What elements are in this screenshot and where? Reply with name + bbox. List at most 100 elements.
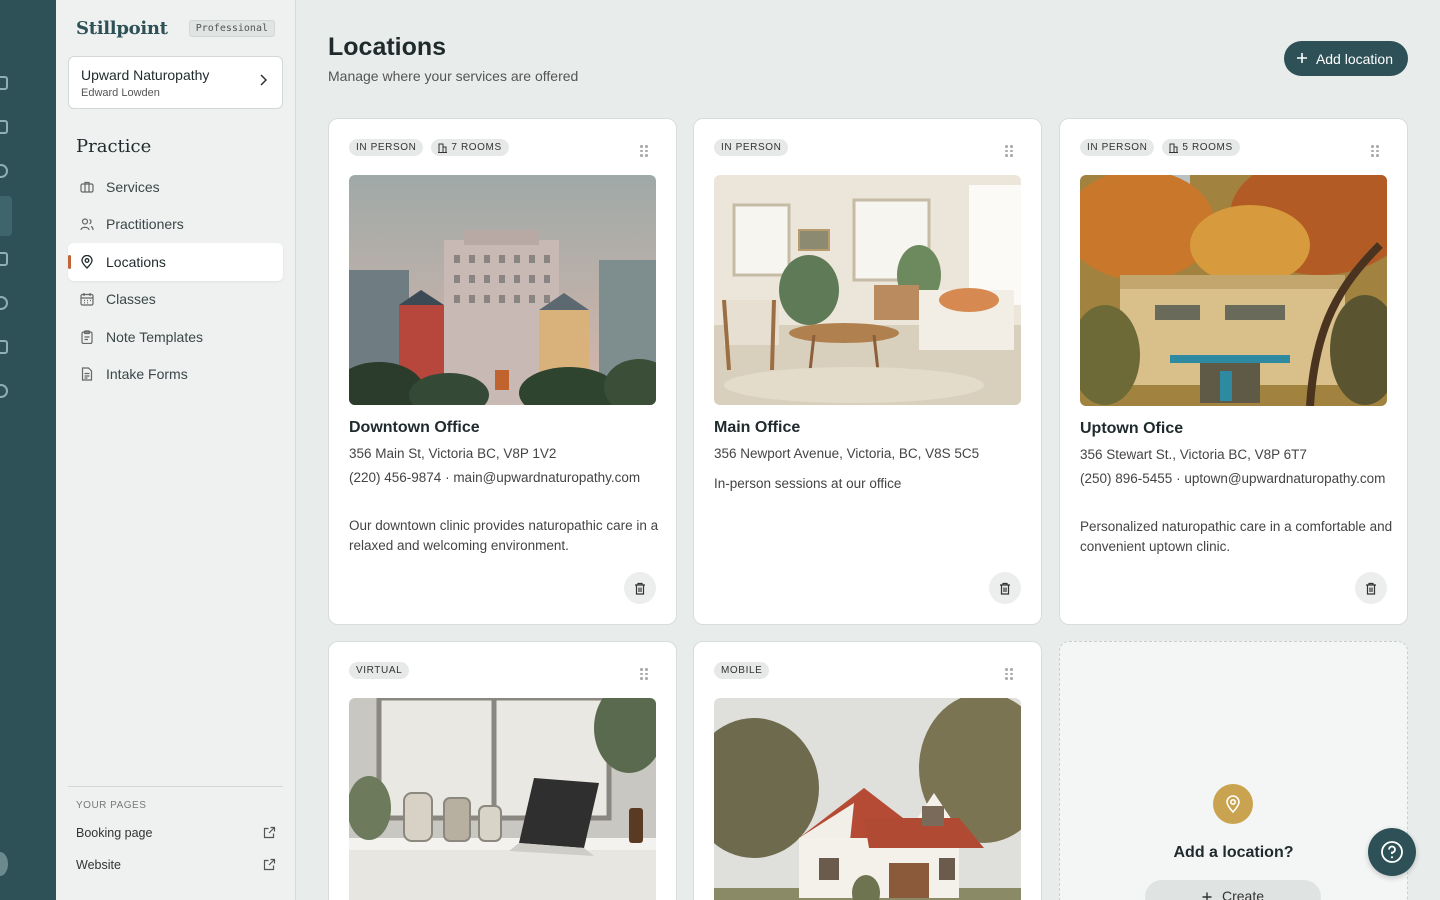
location-name: Uptown Ofice xyxy=(1080,420,1184,437)
billing-icon[interactable] xyxy=(0,340,8,354)
notes-icon[interactable] xyxy=(0,252,8,266)
rooms-badge-label: 5 ROOMS xyxy=(1182,142,1233,153)
pages-section-title: YOUR PAGES xyxy=(76,800,147,811)
location-card[interactable]: IN PERSON 7 ROOMS Downtown Office 356 Ma… xyxy=(328,118,677,625)
search-icon[interactable] xyxy=(0,384,8,398)
booking-page-link[interactable]: Booking page xyxy=(76,826,276,842)
sidebar-item-locations[interactable]: Locations xyxy=(68,243,283,281)
drag-handle-icon[interactable] xyxy=(640,145,648,157)
plus-icon xyxy=(1296,51,1308,67)
app-rail xyxy=(0,0,56,900)
sidebar-item-label: Intake Forms xyxy=(106,366,188,383)
briefcase-icon xyxy=(80,180,94,194)
avatar[interactable] xyxy=(0,852,8,876)
org-name: Upward Naturopathy xyxy=(81,67,210,83)
badge-row: IN PERSON 7 ROOMS xyxy=(349,139,509,156)
location-description: In-person sessions at our office xyxy=(714,476,902,491)
type-badge: MOBILE xyxy=(714,662,770,679)
sidebar-item-label: Note Templates xyxy=(106,328,204,345)
home-icon[interactable] xyxy=(0,76,8,90)
location-card[interactable]: IN PERSON Main Office 356 Newport Avenue… xyxy=(693,118,1042,625)
calendar-icon xyxy=(80,292,94,306)
create-label: Create xyxy=(1221,888,1265,900)
location-card[interactable]: IN PERSON 5 ROOMS Uptown Ofice 356 Stewa… xyxy=(1059,118,1408,625)
page-title: Locations xyxy=(328,33,447,61)
trash-icon xyxy=(1000,582,1010,595)
sidebar: Stillpoint Professional Upward Naturopat… xyxy=(56,0,296,900)
calendar-rail-icon[interactable] xyxy=(0,120,8,134)
sidebar-item-classes[interactable]: Classes xyxy=(68,281,283,319)
location-photo xyxy=(714,698,1021,900)
building-icon xyxy=(1169,143,1179,153)
trash-icon xyxy=(1366,582,1376,595)
location-address: 356 Main St, Victoria BC, V8P 1V2 xyxy=(349,446,557,461)
help-icon xyxy=(1381,841,1403,863)
sidebar-item-label: Services xyxy=(106,178,160,195)
location-card[interactable]: VIRTUAL xyxy=(328,641,677,900)
sidebar-item-practitioners[interactable]: Practitioners xyxy=(68,206,283,244)
clients-icon[interactable] xyxy=(0,164,8,178)
location-contact: (220) 456-9874 · main@upwardnaturopathy.… xyxy=(349,470,641,485)
practice-icon[interactable] xyxy=(0,196,12,236)
add-location-card[interactable]: Add a location? Create xyxy=(1059,641,1408,900)
brand-logo[interactable]: Stillpoint xyxy=(76,18,168,39)
chevron-right-icon xyxy=(258,73,268,91)
document-icon xyxy=(80,367,94,381)
location-contact: (250) 896-5455 · uptown@upwardnaturopath… xyxy=(1080,471,1386,486)
badge-row: MOBILE xyxy=(714,662,770,679)
location-name: Main Office xyxy=(714,419,801,436)
sidebar-nav: Services Practitioners Locations Classes… xyxy=(68,168,283,393)
main-content: Locations Manage where your services are… xyxy=(296,0,1440,900)
help-button[interactable] xyxy=(1368,828,1416,876)
globe-icon[interactable] xyxy=(0,296,8,310)
location-photo xyxy=(1080,175,1387,406)
location-address: 356 Stewart St., Victoria BC, V8P 6T7 xyxy=(1080,447,1307,462)
external-link-icon xyxy=(263,826,276,842)
add-location-label: Add location xyxy=(1315,50,1393,67)
type-badge: VIRTUAL xyxy=(349,662,410,679)
location-photo xyxy=(349,698,656,900)
location-description: Personalized naturopathic care in a comf… xyxy=(1080,519,1393,554)
divider xyxy=(68,786,283,787)
plus-icon xyxy=(1202,892,1212,900)
location-card[interactable]: MOBILE xyxy=(693,641,1042,900)
sidebar-item-note-templates[interactable]: Note Templates xyxy=(68,318,283,356)
drag-handle-icon[interactable] xyxy=(1371,145,1379,157)
location-address: 356 Newport Avenue, Victoria, BC, V8S 5C… xyxy=(714,446,980,461)
location-name: Downtown Office xyxy=(349,419,480,436)
sidebar-item-label: Classes xyxy=(106,291,156,308)
type-badge: IN PERSON xyxy=(1080,139,1155,156)
section-title: Practice xyxy=(76,136,152,157)
badge-row: IN PERSON 5 ROOMS xyxy=(1080,139,1240,156)
trash-icon xyxy=(635,582,645,595)
page-subtitle: Manage where your services are offered xyxy=(328,68,579,84)
org-switcher[interactable]: Upward Naturopathy Edward Lowden xyxy=(68,56,283,109)
website-link[interactable]: Website xyxy=(76,858,276,874)
drag-handle-icon[interactable] xyxy=(1005,145,1013,157)
page-link-label: Website xyxy=(76,858,121,872)
org-user: Edward Lowden xyxy=(81,87,160,99)
sidebar-item-label: Practitioners xyxy=(106,216,184,233)
delete-button[interactable] xyxy=(1355,572,1387,604)
plan-badge: Professional xyxy=(188,20,275,37)
create-location-button[interactable]: Create xyxy=(1145,880,1321,900)
add-location-button[interactable]: Add location xyxy=(1283,41,1408,76)
drag-handle-icon[interactable] xyxy=(1005,668,1013,680)
delete-button[interactable] xyxy=(624,572,656,604)
rooms-badge: 7 ROOMS xyxy=(431,139,509,156)
drag-handle-icon[interactable] xyxy=(640,668,648,680)
badge-row: VIRTUAL xyxy=(349,662,410,679)
map-pin-icon xyxy=(1213,784,1253,824)
sidebar-item-services[interactable]: Services xyxy=(68,168,283,206)
sidebar-item-intake-forms[interactable]: Intake Forms xyxy=(68,356,283,394)
rooms-badge: 5 ROOMS xyxy=(1162,139,1240,156)
map-pin-icon xyxy=(80,254,94,269)
type-badge: IN PERSON xyxy=(349,139,424,156)
location-photo xyxy=(714,175,1021,405)
clipboard-icon xyxy=(80,330,94,344)
add-location-prompt: Add a location? xyxy=(1173,844,1294,861)
delete-button[interactable] xyxy=(989,572,1021,604)
location-photo xyxy=(349,175,656,405)
location-description: Our downtown clinic provides naturopathi… xyxy=(349,518,659,553)
external-link-icon xyxy=(263,858,276,874)
